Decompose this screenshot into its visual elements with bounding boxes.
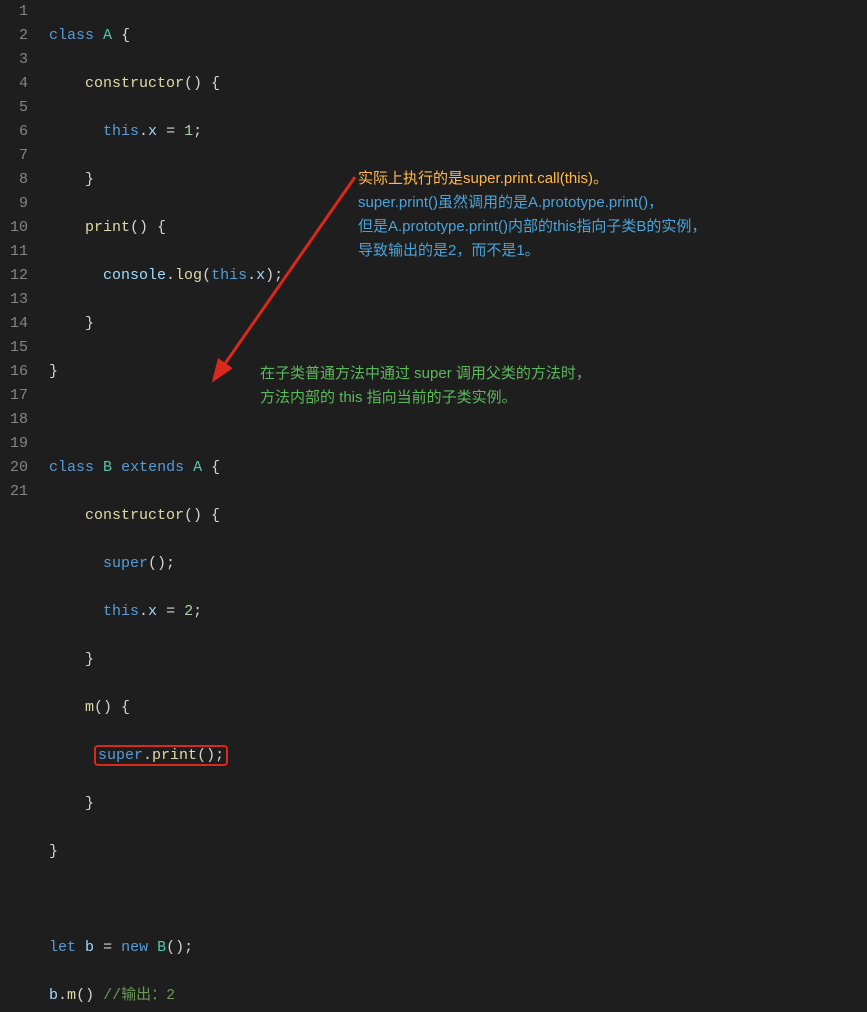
method-constructor: constructor [85, 75, 184, 92]
code-line: } [40, 312, 283, 336]
line-number: 19 [0, 432, 28, 456]
line-number: 3 [0, 48, 28, 72]
method-m: m [85, 699, 94, 716]
line-number: 6 [0, 120, 28, 144]
line-number: 17 [0, 384, 28, 408]
code-line: } [40, 168, 283, 192]
code-line: class B extends A { [40, 456, 283, 480]
code-line: } [40, 792, 283, 816]
line-number: 8 [0, 168, 28, 192]
code-content: class A { constructor() { this.x = 1; } … [40, 0, 283, 1012]
line-number: 4 [0, 72, 28, 96]
line-number: 10 [0, 216, 28, 240]
code-line: constructor() { [40, 72, 283, 96]
code-line: } [40, 840, 283, 864]
code-line: super(); [40, 552, 283, 576]
code-line: this.x = 1; [40, 120, 283, 144]
line-number: 15 [0, 336, 28, 360]
keyword-this: this [103, 123, 139, 140]
line-number: 2 [0, 24, 28, 48]
code-line: let b = new B(); [40, 936, 283, 960]
code-line: } [40, 360, 283, 384]
code-line: class A { [40, 24, 283, 48]
code-line [40, 888, 283, 912]
line-number: 9 [0, 192, 28, 216]
line-number: 7 [0, 144, 28, 168]
line-number: 11 [0, 240, 28, 264]
code-line: b.m() //输出：2 [40, 984, 283, 1008]
code-line: console.log(this.x); [40, 264, 283, 288]
code-line: super.print(); [40, 744, 283, 768]
keyword-super: super [103, 555, 148, 572]
code-line: this.x = 2; [40, 600, 283, 624]
line-number: 14 [0, 312, 28, 336]
method-print: print [85, 219, 130, 236]
code-editor: 1 2 3 4 5 6 7 8 9 10 11 12 13 14 15 16 1… [0, 0, 867, 1012]
line-number: 18 [0, 408, 28, 432]
line-number: 20 [0, 456, 28, 480]
line-number: 13 [0, 288, 28, 312]
class-name: A [103, 27, 112, 44]
highlighted-super-print: super.print(); [94, 745, 228, 766]
line-number-gutter: 1 2 3 4 5 6 7 8 9 10 11 12 13 14 15 16 1… [0, 0, 40, 1012]
line-number: 5 [0, 96, 28, 120]
line-number: 16 [0, 360, 28, 384]
code-line: constructor() { [40, 504, 283, 528]
code-line [40, 408, 283, 432]
code-line: m() { [40, 696, 283, 720]
comment-output: //输出：2 [103, 987, 175, 1004]
line-number: 21 [0, 480, 28, 504]
line-number: 12 [0, 264, 28, 288]
line-number: 1 [0, 0, 28, 24]
code-line: print() { [40, 216, 283, 240]
code-line: } [40, 648, 283, 672]
keyword-class: class [49, 27, 94, 44]
